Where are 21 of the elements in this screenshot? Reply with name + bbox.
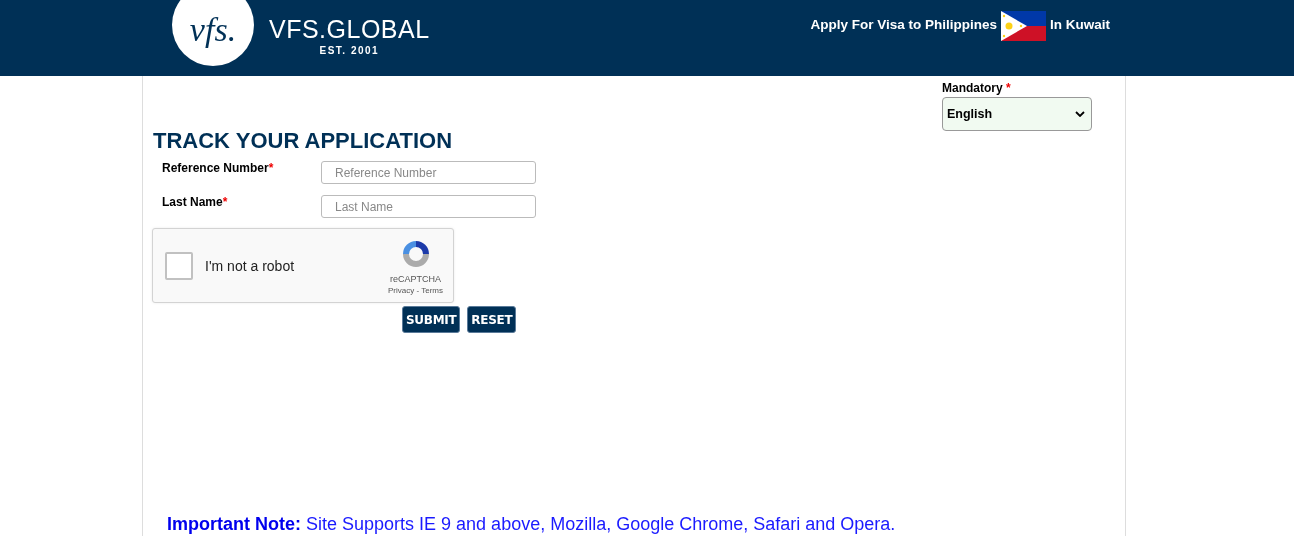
logo-tagline: EST. 2001 <box>319 45 380 56</box>
input-field[interactable]: Last Name <box>321 195 536 218</box>
field-label: Reference Number* <box>161 161 275 175</box>
location-text: In Kuwait <box>1050 17 1110 32</box>
logo-name: VFS.GLOBAL <box>269 14 430 44</box>
important-note: Important Note: Site Supports IE 9 and above, Mozilla, Google Chrome, Safari and Opera. <box>167 514 896 535</box>
input-field[interactable]: Reference Number <box>321 161 536 184</box>
apply-text: Apply For Visa to Philippines <box>810 17 997 32</box>
captcha-checkbox[interactable] <box>165 251 193 280</box>
flag-icon <box>1001 11 1046 41</box>
language-select[interactable]: English <box>942 97 1092 131</box>
language-label: Mandatory * <box>942 81 1012 95</box>
logo-mark: vfs. <box>172 0 254 66</box>
field-label: Last Name* <box>161 195 229 209</box>
captcha-links[interactable]: Privacy - Terms <box>388 286 443 295</box>
captcha-label: I'm not a robot <box>205 257 295 274</box>
captcha-brand: reCAPTCHA <box>390 274 441 284</box>
form-button[interactable]: RESET <box>467 306 517 333</box>
page-title: TRACK YOUR APPLICATION <box>153 128 453 154</box>
chevron-icon <box>1075 111 1085 117</box>
form-button[interactable]: SUBMIT <box>402 306 461 333</box>
